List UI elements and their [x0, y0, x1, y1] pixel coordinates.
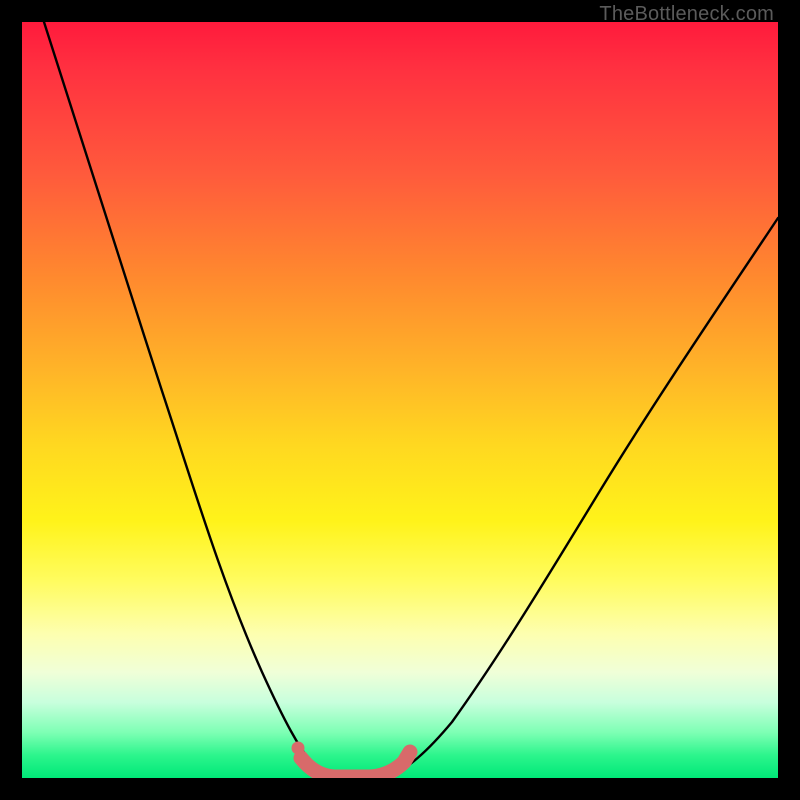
curves-layer — [22, 22, 778, 778]
left-curve — [44, 22, 319, 778]
valley-marker — [301, 752, 410, 777]
chart-frame: TheBottleneck.com — [0, 0, 800, 800]
plot-area — [22, 22, 778, 778]
valley-marker-dot — [292, 742, 305, 755]
watermark: TheBottleneck.com — [599, 3, 774, 26]
right-curve — [392, 218, 778, 778]
